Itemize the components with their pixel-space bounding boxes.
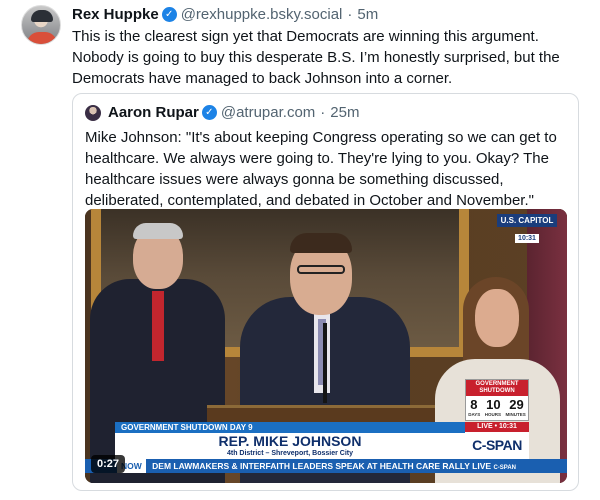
microphone — [323, 323, 327, 403]
separator: · — [320, 104, 326, 121]
lower-third-name: REP. MIKE JOHNSON — [218, 433, 362, 449]
person-left-hair — [133, 223, 183, 239]
shutdown-unit-minutes: MINUTES — [505, 412, 526, 417]
avatar-shirt — [27, 32, 57, 44]
ticker-text: DEM LAWMAKERS & INTERFAITH LEADERS SPEAK… — [152, 461, 492, 471]
quote-author-name[interactable]: Aaron Rupar — [108, 104, 199, 121]
lower-third: REP. MIKE JOHNSON 4th District – Shrevep… — [115, 433, 465, 459]
person-right-head — [475, 289, 519, 347]
shutdown-hours: 10 — [486, 397, 501, 412]
post-time[interactable]: 5m — [357, 6, 378, 23]
shutdown-unit-days: DAYS — [468, 412, 481, 417]
shutdown-unit-hours: HOURS — [484, 412, 502, 417]
person-left-tie — [152, 291, 164, 361]
quote-text: Mike Johnson: "It's about keeping Congre… — [85, 129, 557, 209]
author-avatar[interactable] — [21, 5, 61, 45]
shutdown-clock-title: GOVERNMENT SHUTDOWN — [466, 380, 528, 396]
location-bug-time: 10:31 — [515, 234, 539, 243]
shutdown-clock: GOVERNMENT SHUTDOWN 8 10 29 DAYS HOURS M… — [465, 379, 529, 421]
shutdown-minutes: 29 — [509, 397, 524, 412]
speaker-hair — [290, 233, 352, 253]
verified-icon: ✓ — [161, 6, 177, 22]
avatar-cap — [31, 10, 53, 22]
network-logo: C-SPAN — [465, 432, 529, 459]
video-duration: 0:27 — [91, 455, 126, 473]
post: Rex Huppke ✓ @rexhuppke.bsky.social · 5m… — [0, 0, 600, 500]
verified-icon: ✓ — [201, 105, 217, 120]
live-badge: LIVE • 10:31 — [465, 422, 529, 432]
ticker-network: C-SPAN — [493, 465, 517, 471]
post-header: Rex Huppke ✓ @rexhuppke.bsky.social · 5m — [72, 3, 378, 25]
quoted-post[interactable]: Aaron Rupar ✓ @atrupar.com · 25m Mike Jo… — [72, 93, 579, 491]
separator: · — [347, 5, 353, 23]
shutdown-clock-numbers: 8 10 29 — [466, 396, 528, 412]
lower-third-header: GOVERNMENT SHUTDOWN DAY 9 — [115, 422, 465, 433]
location-bug: U.S. CAPITOL 10:31 — [497, 214, 557, 245]
author-name[interactable]: Rex Huppke — [72, 6, 159, 23]
post-text: This is the clearest sign yet that Democ… — [72, 28, 560, 87]
quote-time[interactable]: 25m — [330, 104, 359, 121]
lower-third-subtitle: 4th District – Shreveport, Bossier City — [226, 450, 354, 457]
shutdown-days: 8 — [470, 397, 478, 412]
quote-header: Aaron Rupar ✓ @atrupar.com · 25m — [85, 104, 359, 121]
location-bug-label: U.S. CAPITOL — [497, 214, 557, 227]
news-ticker: NOW DEM LAWMAKERS & INTERFAITH LEADERS S… — [85, 459, 567, 473]
speaker-glasses — [297, 265, 345, 274]
shutdown-clock-units: DAYS HOURS MINUTES — [466, 412, 528, 417]
video-player[interactable]: U.S. CAPITOL 10:31 GOVERNMENT SHUTDOWN 8… — [85, 209, 567, 483]
author-handle[interactable]: @rexhuppke.bsky.social — [181, 6, 343, 23]
quote-author-handle[interactable]: @atrupar.com — [221, 104, 315, 121]
quote-avatar — [85, 104, 101, 121]
